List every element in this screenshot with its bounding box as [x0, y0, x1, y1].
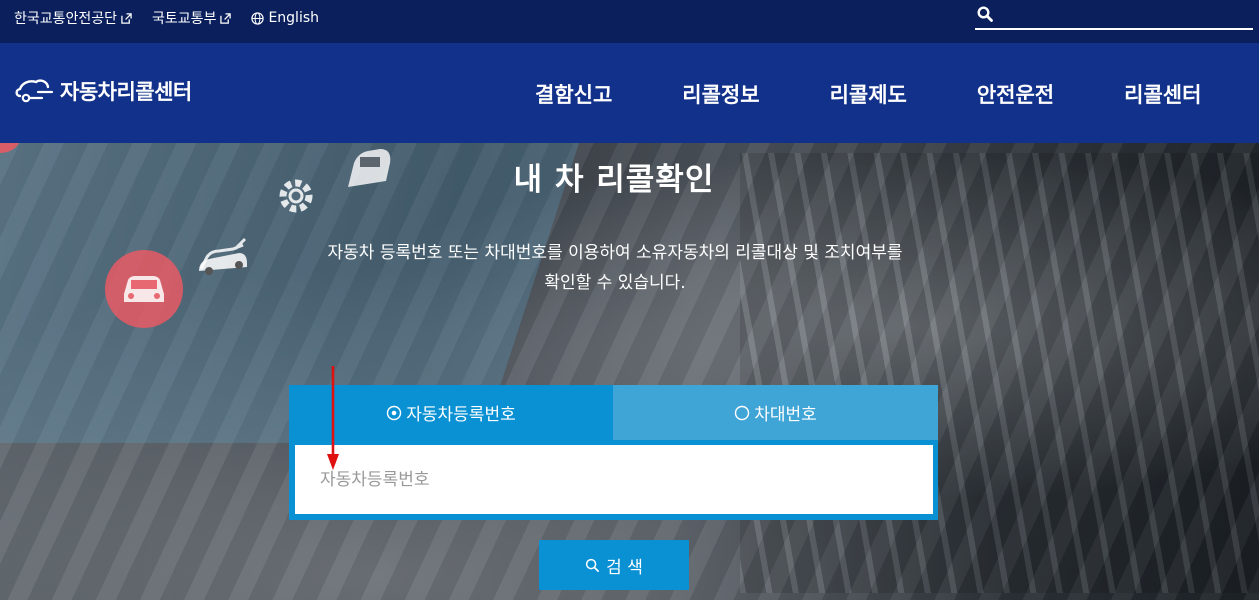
nav-item-defect-report[interactable]: 결함신고 — [535, 79, 612, 109]
nav-item-recall-system[interactable]: 리콜제도 — [830, 79, 907, 109]
description-line-1: 자동차 등록번호 또는 차대번호를 이용하여 소유자동차의 리콜대상 및 조치여… — [327, 243, 903, 263]
nav-item-recall-info[interactable]: 리콜정보 — [682, 79, 759, 109]
search-button[interactable]: 검 색 — [539, 540, 689, 590]
radio-selected-icon — [387, 405, 402, 420]
link-kotsa-label: 한국교통안전공단 — [14, 11, 118, 27]
logo-text: 자동차리콜센터 — [60, 80, 192, 104]
recall-search-panel: 자동차등록번호 차대번호 — [289, 385, 938, 520]
site-search-input[interactable] — [999, 4, 1249, 28]
car-icon — [199, 237, 247, 275]
search-icon — [585, 558, 600, 572]
search-icon[interactable] — [977, 6, 993, 22]
annotation-arrow-icon — [327, 366, 339, 470]
nav-menu: 결함신고 리콜정보 리콜제도 안전운전 리콜센터 — [535, 79, 1201, 109]
tab-vin-label: 차대번호 — [754, 405, 817, 425]
hero-engine-photo — [740, 153, 1259, 593]
nav-item-recall-center[interactable]: 리콜센터 — [1124, 79, 1201, 109]
car-icon — [124, 276, 164, 302]
external-link-icon — [121, 12, 132, 24]
page-description: 자동차 등록번호 또는 차대번호를 이용하여 소유자동차의 리콜대상 및 조치여… — [275, 238, 955, 298]
tab-vin[interactable]: 차대번호 — [613, 385, 938, 440]
description-line-2: 확인할 수 있습니다. — [544, 273, 686, 293]
page-title: 내 차 리콜확인 — [513, 162, 715, 198]
link-english[interactable]: English — [251, 8, 319, 28]
search-type-tabs: 자동차등록번호 차대번호 — [289, 385, 938, 440]
globe-icon — [251, 11, 265, 25]
utility-links: 한국교통안전공단 국토교통부 English — [14, 8, 319, 28]
link-molit-label: 국토교통부 — [152, 11, 217, 27]
site-search — [975, 4, 1253, 30]
car-logo-icon — [15, 79, 54, 103]
external-link-icon — [220, 12, 232, 24]
tab-registration-number-label: 자동차등록번호 — [406, 405, 516, 425]
nav-item-safe-driving[interactable]: 안전운전 — [977, 79, 1054, 109]
search-field-frame — [289, 440, 938, 520]
hero-section: 내 차 리콜확인 자동차 등록번호 또는 차대번호를 이용하여 소유자동차의 리… — [0, 143, 1259, 600]
link-english-label: English — [268, 10, 320, 26]
radio-unselected-icon — [735, 405, 750, 420]
site-logo[interactable]: 자동차리콜센터 — [14, 76, 192, 106]
search-button-label: 검 색 — [606, 557, 643, 578]
utility-bar: 한국교통안전공단 국토교통부 English — [0, 0, 1259, 43]
link-molit[interactable]: 국토교통부 — [152, 8, 232, 28]
main-nav: 자동차리콜센터 결함신고 리콜정보 리콜제도 안전운전 리콜센터 — [0, 43, 1259, 143]
registration-number-input[interactable] — [295, 445, 933, 514]
link-kotsa[interactable]: 한국교통안전공단 — [14, 8, 132, 28]
